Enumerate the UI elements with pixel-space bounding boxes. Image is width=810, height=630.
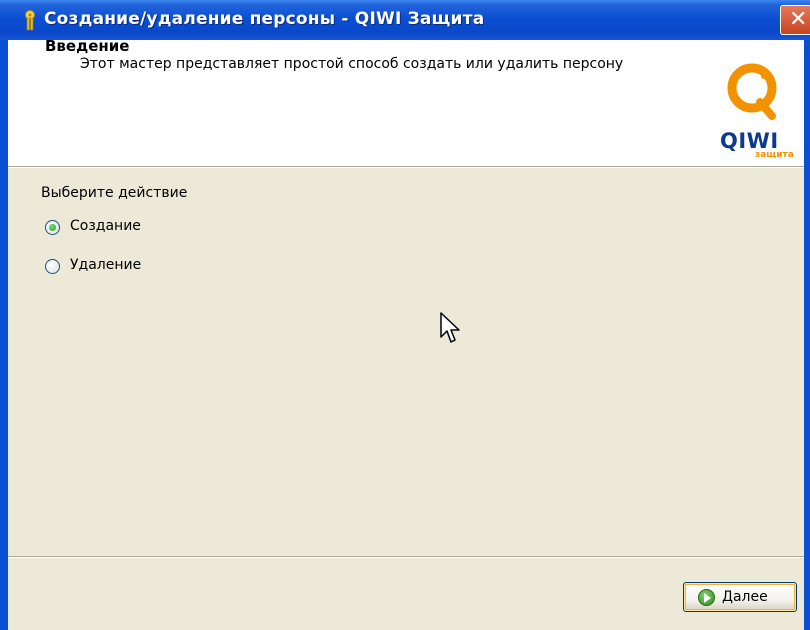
app-icon — [25, 10, 35, 31]
radio-button-delete[interactable] — [45, 259, 60, 274]
wizard-window: Создание/удаление персоны - QIWI Защита … — [0, 0, 810, 630]
radio-label-delete[interactable]: Удаление — [70, 257, 141, 273]
radio-selected-dot — [49, 224, 56, 231]
close-icon: ✕ — [789, 7, 808, 32]
window-title: Создание/удаление персоны - QIWI Защита — [44, 9, 485, 29]
next-button[interactable]: Далее — [683, 582, 797, 612]
content-area — [8, 168, 804, 630]
page-subtitle: Этот мастер представляет простой способ … — [80, 56, 624, 72]
next-button-label: Далее — [722, 589, 768, 605]
close-button[interactable]: ✕ — [780, 5, 810, 35]
window-border-left — [0, 40, 8, 630]
radio-label-create[interactable]: Создание — [70, 218, 141, 234]
page-title: Введение — [45, 37, 130, 55]
footer-divider-highlight — [8, 557, 804, 558]
radio-button-create[interactable] — [45, 220, 60, 235]
window-border-right — [804, 40, 810, 630]
logo-subtext: защита — [755, 150, 794, 160]
title-bar[interactable]: Создание/удаление персоны - QIWI Защита … — [0, 0, 810, 40]
action-prompt: Выберите действие — [41, 185, 188, 201]
arrow-right-circle-icon — [698, 589, 715, 606]
mouse-cursor-icon — [440, 312, 460, 343]
